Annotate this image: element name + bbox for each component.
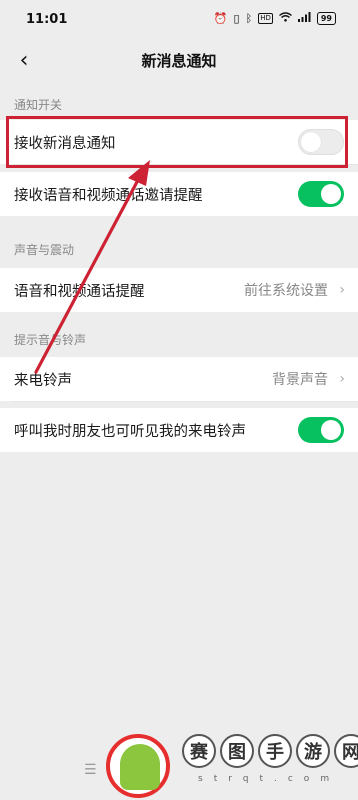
- hd-icon: HD: [258, 13, 273, 24]
- section-header-ringtone: 提示音与铃声: [14, 333, 87, 347]
- watermark-char: 网: [334, 734, 358, 768]
- row-incoming-ringtone[interactable]: 来电铃声 背景声音 ›: [0, 357, 358, 401]
- alarm-icon: ⏰: [213, 12, 228, 25]
- vibrate-icon: ▯: [233, 12, 240, 25]
- row-friends-hear-ringtone[interactable]: 呼叫我时朋友也可听见我的来电铃声: [0, 408, 358, 452]
- status-icons: ⏰ ▯ ᛒ HD 99: [214, 12, 336, 25]
- toggle-knob: [321, 184, 341, 204]
- nav-bar: ‹ 新消息通知: [0, 40, 358, 80]
- watermark-char: 赛: [182, 734, 216, 768]
- row-label: 语音和视频通话提醒: [14, 283, 145, 300]
- toggle-receive-call-invite[interactable]: [298, 181, 344, 207]
- chevron-right-icon: ›: [339, 371, 345, 387]
- section-header-sound: 声音与震动: [14, 243, 75, 257]
- status-time: 11:01: [26, 12, 68, 27]
- menu-icon: ☰: [84, 762, 97, 778]
- toggle-friends-hear-ringtone[interactable]: [298, 417, 344, 443]
- watermark-char: 手: [258, 734, 292, 768]
- watermark-char: 游: [296, 734, 330, 768]
- row-label: 接收语音和视频通话邀请提醒: [14, 187, 203, 204]
- battery-icon: 99: [316, 12, 336, 25]
- signal-icon: [297, 12, 311, 25]
- page-title: 新消息通知: [141, 52, 217, 70]
- chevron-right-icon: ›: [339, 282, 345, 298]
- row-receive-call-invite[interactable]: 接收语音和视频通话邀请提醒: [0, 172, 358, 216]
- divider: [14, 401, 358, 402]
- watermark-text: 赛 图 手 游 网: [182, 734, 358, 768]
- wifi-icon: [278, 12, 292, 25]
- status-bar: 11:01 ⏰ ▯ ᛒ HD 99: [0, 0, 358, 40]
- bluetooth-icon: ᛒ: [245, 12, 253, 25]
- watermark-subtext: strqt.com: [198, 774, 341, 784]
- highlight-box: [6, 116, 348, 168]
- row-value: 前往系统设置: [244, 283, 328, 299]
- watermark: 赛 图 手 游 网 strqt.com: [100, 730, 358, 800]
- section-header-notify: 通知开关: [14, 98, 63, 112]
- row-label: 来电铃声: [14, 372, 72, 389]
- watermark-char: 图: [220, 734, 254, 768]
- row-call-reminder[interactable]: 语音和视频通话提醒 前往系统设置 ›: [0, 268, 358, 312]
- row-label: 呼叫我时朋友也可听见我的来电铃声: [14, 423, 246, 440]
- row-value: 背景声音: [272, 372, 328, 388]
- logo-icon: [106, 734, 170, 798]
- toggle-knob: [321, 420, 341, 440]
